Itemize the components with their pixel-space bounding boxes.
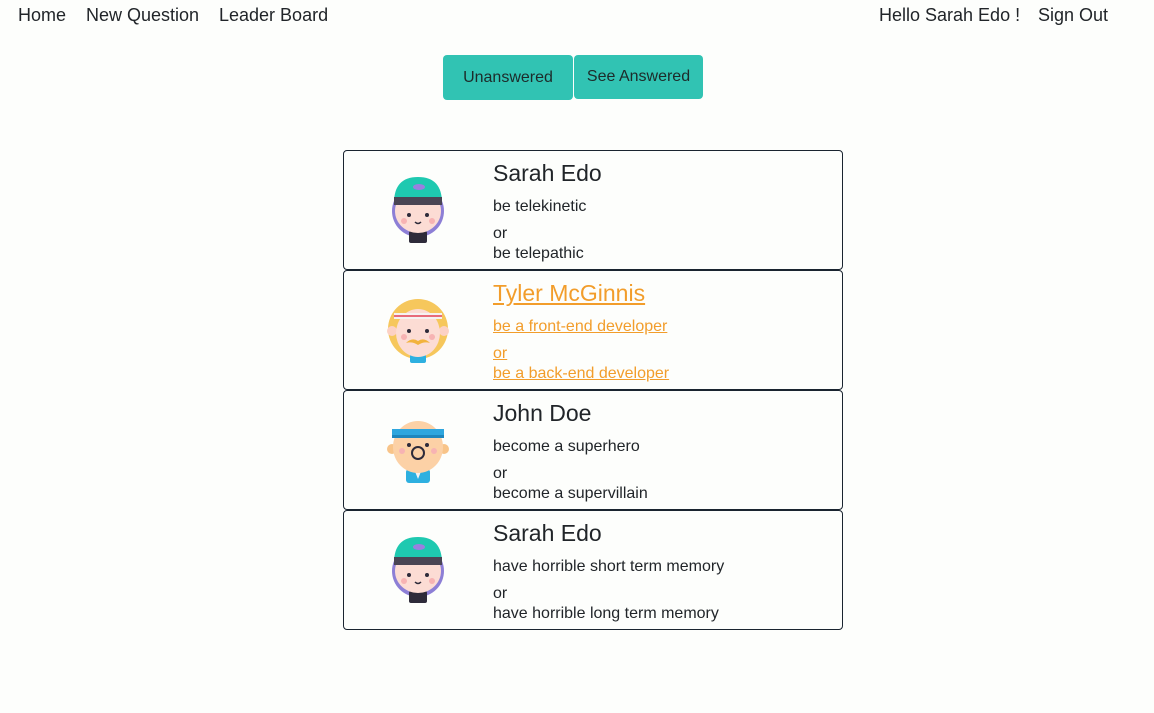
- sarah-avatar-icon: [384, 533, 452, 605]
- nav-sign-out-link[interactable]: Sign Out: [1038, 5, 1108, 26]
- question-author: John Doe: [493, 400, 592, 426]
- question-author: Sarah Edo: [493, 520, 602, 546]
- question-tabs: Unanswered See Answered: [443, 55, 703, 101]
- option-one: be telekinetic: [493, 198, 587, 215]
- tab-answered[interactable]: See Answered: [574, 55, 703, 99]
- or-separator[interactable]: or: [493, 344, 833, 364]
- question-info: Sarah Edo have horrible short term memor…: [493, 519, 833, 624]
- or-separator: or: [493, 585, 508, 602]
- nav-home-link[interactable]: Home: [18, 5, 66, 26]
- question-info: Sarah Edo be telekinetic or be telepathi…: [493, 159, 833, 264]
- nav-new-question-link[interactable]: New Question: [86, 5, 199, 26]
- question-list: Sarah Edo be telekinetic or be telepathi…: [343, 150, 843, 630]
- question-card[interactable]: Sarah Edo have horrible short term memor…: [343, 510, 843, 630]
- nav-leader-board-link[interactable]: Leader Board: [219, 5, 328, 26]
- option-two[interactable]: be a back-end developer: [493, 364, 833, 384]
- or-separator: or: [493, 465, 508, 482]
- john-avatar-icon: [384, 413, 452, 485]
- top-nav: Home New Question Leader Board Hello Sar…: [0, 0, 1154, 32]
- question-author: Sarah Edo: [493, 160, 602, 186]
- question-card[interactable]: Tyler McGinnis be a front-end developer …: [343, 270, 843, 390]
- question-info: Tyler McGinnis be a front-end developer …: [493, 279, 833, 384]
- sarah-avatar-icon: [384, 173, 452, 245]
- or-separator: or: [493, 225, 508, 242]
- user-greeting: Hello Sarah Edo !: [879, 5, 1021, 25]
- question-card[interactable]: John Doe become a superhero or become a …: [343, 390, 843, 510]
- option-two: become a supervillain: [493, 485, 648, 502]
- option-two: have horrible long term memory: [493, 605, 719, 622]
- question-card[interactable]: Sarah Edo be telekinetic or be telepathi…: [343, 150, 843, 270]
- option-one: become a superhero: [493, 438, 640, 455]
- option-two: be telepathic: [493, 245, 584, 262]
- tab-unanswered[interactable]: Unanswered: [443, 55, 573, 100]
- question-author[interactable]: Tyler McGinnis: [493, 279, 833, 311]
- question-info: John Doe become a superhero or become a …: [493, 399, 833, 504]
- option-one[interactable]: be a front-end developer: [493, 317, 833, 337]
- option-one: have horrible short term memory: [493, 558, 725, 575]
- tyler-avatar-icon: [384, 293, 452, 365]
